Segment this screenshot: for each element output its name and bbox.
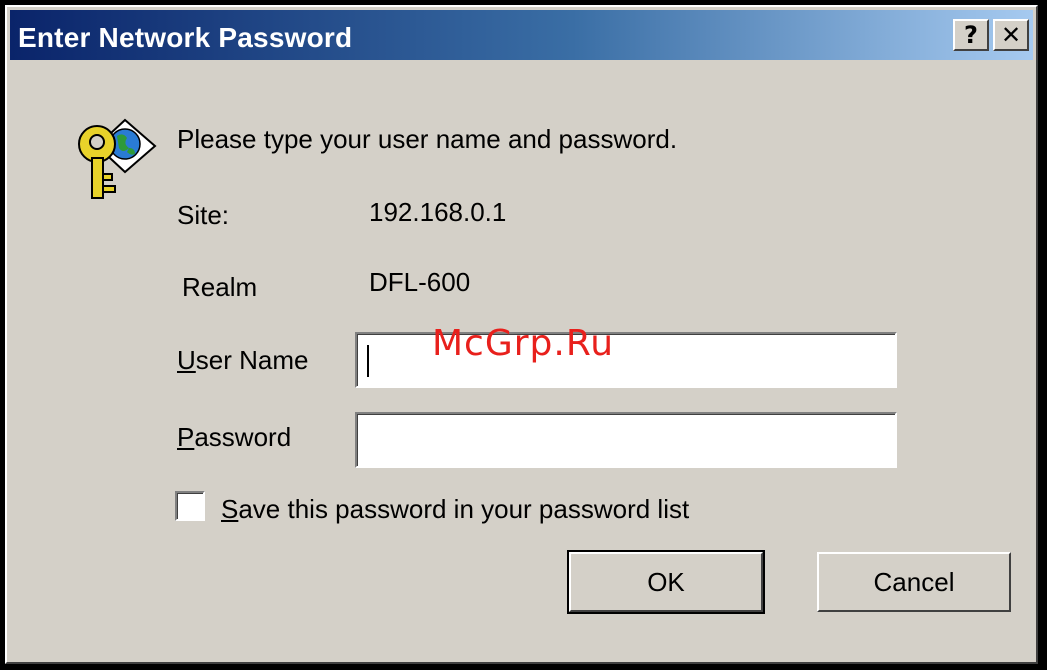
close-button[interactable]: ✕ [993,19,1029,51]
network-password-dialog: Enter Network Password ? ✕ Please type y… [5,5,1038,664]
help-icon: ? [964,21,978,49]
password-input[interactable] [355,412,897,468]
ok-button[interactable]: OK [567,550,765,614]
close-icon: ✕ [1000,21,1022,49]
password-label: Password [177,422,291,453]
save-password-checkbox[interactable] [175,491,205,521]
cancel-button-label: Cancel [873,566,955,597]
save-password-label-text: ave this password in your password list [238,494,690,524]
password-label-text: assword [194,422,292,452]
save-password-label[interactable]: Save this password in your password list [221,494,689,525]
user-name-label: User Name [177,345,308,376]
site-value: 192.168.0.1 [369,197,507,227]
save-access-key: S [221,494,239,524]
realm-label: Realm [182,272,258,302]
window-title: Enter Network Password [18,22,353,53]
password-access-key: P [177,422,195,452]
prompt-text: Please type your user name and password. [177,124,678,154]
realm-value: DFL-600 [369,267,471,297]
cancel-button[interactable]: Cancel [817,552,1011,612]
watermark: McGrp.Ru [432,323,615,364]
user-name-access-key: U [177,345,196,375]
site-label: Site: [177,200,230,230]
user-name-label-text: ser Name [195,345,309,375]
ok-button-label: OK [647,566,685,597]
help-button[interactable]: ? [953,19,989,51]
text-caret [367,345,369,377]
key-globe-icon [78,118,157,199]
title-bar[interactable]: Enter Network Password ? ✕ [10,10,1033,60]
